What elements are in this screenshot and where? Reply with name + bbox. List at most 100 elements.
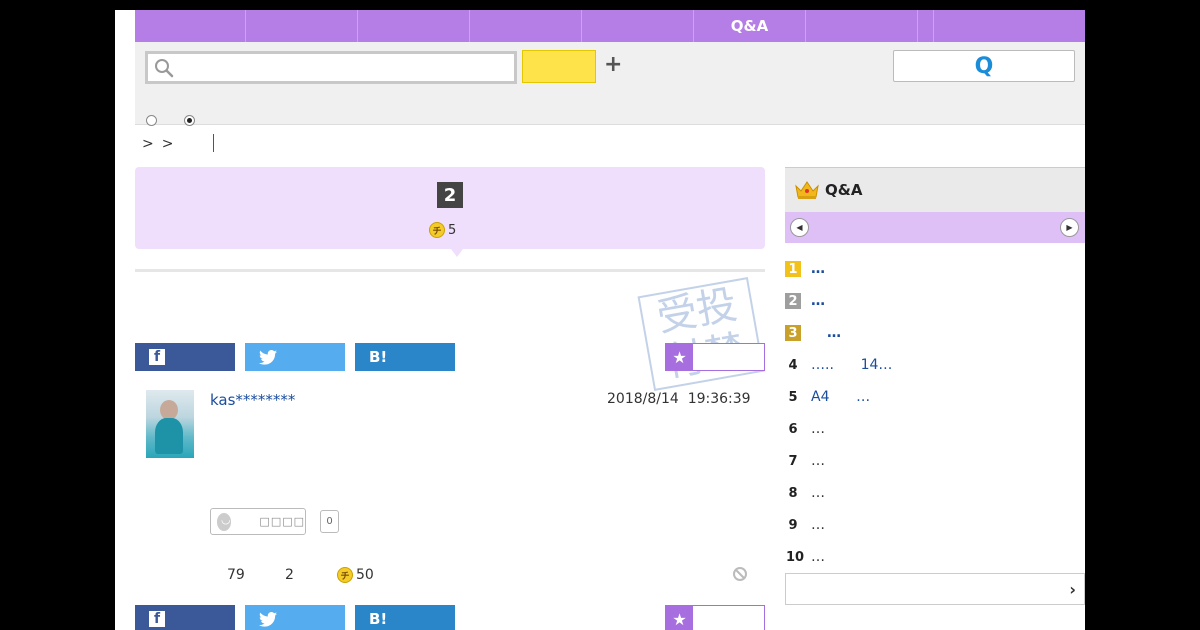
list-item[interactable]: 1… <box>785 253 1085 285</box>
star-icon: ★ <box>666 606 693 630</box>
report-icon[interactable] <box>733 567 747 581</box>
rank-number: 1 <box>785 261 801 277</box>
rank-title[interactable]: A4 … <box>811 389 870 405</box>
answer-timestamp: 2018/8/14 19:36:39 <box>607 391 751 407</box>
facebook-share-button-bottom[interactable]: f <box>135 605 235 630</box>
search-band: + Q <box>135 42 1085 126</box>
hatena-icon: B! <box>369 348 388 366</box>
hatena-icon: B! <box>369 610 388 628</box>
rank-title[interactable]: … <box>811 453 825 469</box>
twitter-share-button-bottom[interactable] <box>245 605 345 630</box>
nav-item-4[interactable] <box>470 10 582 42</box>
rank-number: 2 <box>785 293 801 309</box>
reaction-label: □□□□ <box>259 515 305 528</box>
list-item[interactable]: 7… <box>785 445 1085 477</box>
twitter-share-button[interactable] <box>245 343 345 371</box>
twitter-icon <box>259 611 277 627</box>
answer-username[interactable]: kas******** <box>210 391 295 409</box>
nav-item-1[interactable] <box>135 10 246 42</box>
nav-item-5[interactable] <box>582 10 694 42</box>
breadcrumb-separator: > <box>161 136 174 152</box>
list-item[interactable]: 2… <box>785 285 1085 317</box>
search-scope-radio-2[interactable] <box>184 115 195 126</box>
search-button[interactable] <box>522 50 596 83</box>
facebook-share-button[interactable]: f <box>135 343 235 371</box>
section-divider <box>135 269 765 272</box>
search-icon <box>155 59 174 78</box>
twitter-icon <box>259 349 277 365</box>
breadcrumb-separator: > <box>142 136 154 152</box>
list-item[interactable]: 6… <box>785 413 1085 445</box>
nav-item-2[interactable] <box>246 10 358 42</box>
rank-number: 4 <box>788 357 798 373</box>
question-coin-value: 5 <box>448 222 457 238</box>
list-item[interactable]: 8… <box>785 477 1085 509</box>
ranking-tabs: ◀ ▶ <box>785 212 1085 243</box>
rank-title[interactable]: … <box>811 421 825 437</box>
reaction-count: 0 <box>320 510 339 533</box>
breadcrumb-divider <box>213 134 214 152</box>
chevron-right-icon: › <box>1069 580 1076 599</box>
rank-title[interactable]: … <box>811 261 825 277</box>
star-icon: ★ <box>666 344 693 370</box>
list-item[interactable]: 9… <box>785 509 1085 541</box>
search-box <box>145 51 517 84</box>
breadcrumb: > > <box>142 134 181 154</box>
rank-title[interactable]: … <box>827 325 841 341</box>
avatar[interactable] <box>146 390 194 458</box>
question-rank-badge: 2 <box>437 182 463 208</box>
add-icon[interactable]: + <box>604 52 622 78</box>
smile-icon <box>217 512 232 531</box>
rank-number: 6 <box>788 421 798 437</box>
search-input[interactable] <box>180 56 510 80</box>
question-header-pointer <box>451 249 463 257</box>
list-item[interactable]: 3… <box>785 317 1085 349</box>
search-scope-radio-1[interactable] <box>146 115 157 126</box>
rank-title[interactable]: … <box>811 517 825 533</box>
crown-icon <box>795 181 819 199</box>
views-count: 79 <box>227 567 245 583</box>
nav-item-qa[interactable]: Q&A <box>694 10 806 42</box>
answer-time: 19:36:39 <box>687 391 751 407</box>
rank-number: 5 <box>788 389 798 405</box>
sidebar-title: Q&A <box>825 181 863 199</box>
coin-icon: チ <box>429 222 445 238</box>
answer-coin-reward: チ 50 <box>337 567 374 583</box>
top-nav: Q&A <box>135 10 1085 42</box>
facebook-icon: f <box>149 611 165 627</box>
answer-date: 2018/8/14 <box>607 391 679 407</box>
question-coin-reward: チ 5 <box>429 222 456 238</box>
favorite-button-bottom[interactable]: ★ <box>665 605 765 630</box>
prev-arrow-button[interactable]: ◀ <box>790 218 809 237</box>
ranking-list: 1… 2… 3… 4….. 14… 5 A4 … 6… 7… 8… 9… 10… <box>785 253 1085 573</box>
sidebar-ranking-header: Q&A <box>785 167 1085 212</box>
rank-number: 3 <box>785 325 801 341</box>
answers-count: 2 <box>285 567 294 583</box>
stamp-watermark: 受投 付禁 <box>637 277 765 391</box>
facebook-icon: f <box>149 349 165 365</box>
answer-coin-value: 50 <box>356 567 374 583</box>
nav-item-8[interactable] <box>918 10 934 42</box>
ranking-more-button[interactable]: › <box>785 573 1085 605</box>
nav-item-9[interactable] <box>934 10 1085 42</box>
favorite-button[interactable]: ★ <box>665 343 765 371</box>
rank-title[interactable]: … <box>811 293 825 309</box>
rank-title[interactable]: … <box>811 485 825 501</box>
rank-number: 8 <box>788 485 798 501</box>
rank-title[interactable]: ….. 14… <box>811 357 892 373</box>
nav-item-7[interactable] <box>806 10 918 42</box>
list-item[interactable]: 10 … <box>785 541 1085 573</box>
ask-question-button[interactable]: Q <box>893 50 1075 82</box>
rank-number: 10 <box>785 549 805 565</box>
list-item[interactable]: 5 A4 … <box>785 381 1085 413</box>
reaction-button[interactable]: □□□□ <box>210 508 306 535</box>
rank-number: 9 <box>788 517 798 533</box>
hatena-bookmark-button[interactable]: B! <box>355 343 455 371</box>
question-header: 2 チ 5 <box>135 167 765 249</box>
next-arrow-button[interactable]: ▶ <box>1060 218 1079 237</box>
list-item[interactable]: 4 ….. 14… <box>785 349 1085 381</box>
coin-icon: チ <box>337 567 353 583</box>
rank-title[interactable]: … <box>811 549 825 565</box>
hatena-bookmark-button-bottom[interactable]: B! <box>355 605 455 630</box>
nav-item-3[interactable] <box>358 10 470 42</box>
